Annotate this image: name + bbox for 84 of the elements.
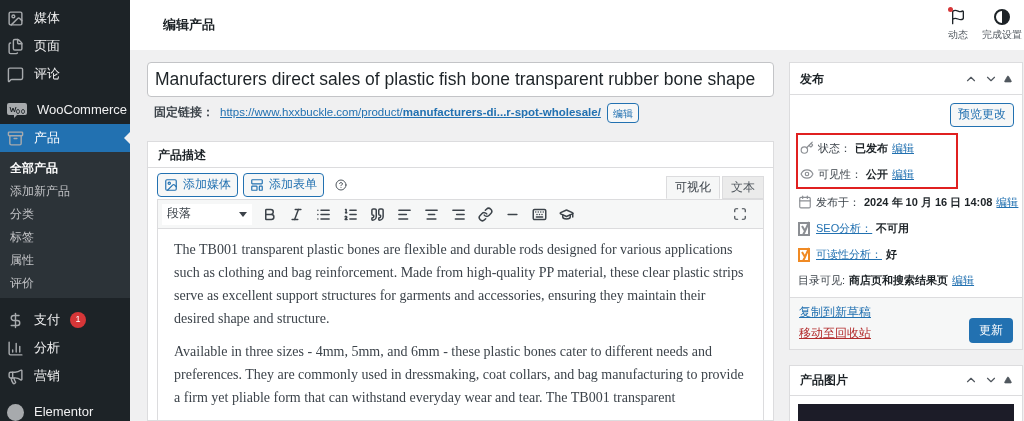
bullet-list-icon[interactable] (316, 206, 331, 222)
edit-button[interactable]: 编辑 (606, 103, 639, 123)
sidebar-item[interactable]: 支付 1 (0, 306, 130, 334)
trash-link[interactable]: 移动至回收站 (799, 325, 871, 343)
collapse-icon[interactable] (1004, 376, 1012, 384)
submenu-item[interactable]: 分类 (0, 202, 130, 225)
update-button[interactable]: 更新 (969, 317, 1013, 343)
field-label: 状态： (818, 140, 851, 156)
panel-heading: 产品图片 (800, 372, 848, 389)
edit-link[interactable]: 编辑 (996, 193, 1019, 211)
fullscreen-icon[interactable] (733, 207, 747, 221)
preview-button[interactable]: 预览更改 (950, 103, 1014, 127)
align-center-icon[interactable] (424, 206, 439, 222)
field-value: 2024 年 10 月 16 日 14:08 (864, 194, 993, 210)
panel-heading: 发布 (800, 70, 824, 88)
field-value: 好 (886, 246, 897, 262)
align-right-icon[interactable] (451, 206, 466, 222)
calendar-icon (798, 195, 812, 209)
help-icon[interactable] (335, 179, 347, 191)
copy-draft-link[interactable]: 复制到新草稿 (799, 304, 871, 322)
editor-tab[interactable]: 可视化 (666, 176, 720, 199)
edit-link[interactable]: 编辑 (892, 165, 914, 183)
key-icon (800, 141, 814, 155)
current-pointer (124, 132, 130, 144)
page-title: 编辑产品 (163, 16, 215, 35)
keyboard-icon[interactable] (532, 206, 547, 222)
description-paragraph: The TB001 transparent plastic bones are flexible and durable rods designed for various applications such as clothing and bag reinforcement. Made from high-quality PP material, these clear plastic strips serve as excellent support structures for garments and accessories, ensuring they maintain their desired shape and structure. (174, 241, 745, 328)
submenu-item[interactable]: 属性 (0, 248, 130, 271)
header-action[interactable]: 完成设置 (982, 8, 1022, 42)
field-value: 已发布 (855, 140, 888, 156)
woo-icon (7, 102, 27, 118)
sidebar-item[interactable]: WooCommerce (0, 96, 130, 124)
comment-icon (7, 65, 24, 83)
graduation-cap-icon[interactable] (559, 206, 574, 222)
analysis-link[interactable]: 可读性分析： (816, 245, 882, 263)
box-icon (7, 129, 24, 147)
edit-link[interactable]: 编辑 (892, 139, 914, 157)
permalink-link[interactable]: https://www.hxxbuckle.com/product/manufacturers-di...r-spot-wholesale/ (220, 104, 601, 122)
elementor-icon (7, 403, 24, 421)
link-icon[interactable] (478, 206, 493, 222)
submenu-item[interactable]: 全部产品 (0, 156, 130, 179)
media-button[interactable]: 添加媒体 (157, 173, 238, 197)
editor-tab[interactable]: 文本 (722, 176, 764, 199)
field-value: 公开 (866, 166, 888, 182)
sidebar-item[interactable]: 评论 (0, 60, 130, 88)
italic-icon[interactable] (289, 206, 304, 222)
form-icon (250, 178, 264, 192)
pages-icon (7, 37, 24, 55)
flag-icon (950, 8, 966, 25)
align-left-icon[interactable] (397, 206, 412, 222)
submenu-item[interactable]: 标签 (0, 225, 130, 248)
submenu-item[interactable]: 添加新产品 (0, 179, 130, 202)
sidebar-item[interactable]: Elementor (0, 398, 130, 421)
analysis-link[interactable]: SEO分析： (816, 219, 873, 237)
description-paragraph: Available in three sizes - 4mm, 5mm, and 6mm - these plastic bones cater to different needs and preferences. They are commonly used in dressmaking, coat collars, and bag manufacturing to provide a firm yet pliable form that can withstand everyday wear and tear. The TB001 transparent (174, 343, 745, 407)
count-badge: 1 (70, 312, 86, 328)
bold-icon[interactable] (262, 206, 277, 222)
field-label: 目录可见: (798, 272, 846, 288)
edit-link[interactable]: 编辑 (952, 271, 975, 289)
panel-heading: 产品描述 (148, 142, 773, 168)
bar-chart-icon (7, 339, 24, 357)
media-button[interactable]: 添加表单 (243, 173, 324, 197)
field-value: 不可用 (876, 220, 910, 236)
header-action[interactable]: 动态 (948, 8, 968, 42)
sidebar-item[interactable]: 媒体 (0, 4, 130, 32)
submenu-item[interactable]: 评价 (0, 271, 130, 294)
numbered-list-icon[interactable] (343, 206, 358, 222)
field-label: 可见性： (818, 166, 862, 182)
field-label: 发布于： (816, 194, 860, 210)
media-icon (164, 178, 178, 192)
dropdown-arrow-icon (239, 211, 247, 217)
megaphone-icon (7, 367, 24, 385)
sidebar-item[interactable]: 营销 (0, 362, 130, 390)
media-icon (7, 9, 24, 27)
sidebar-item[interactable]: 产品 (0, 124, 130, 152)
eye-icon (800, 167, 814, 181)
field-value: 商店页和搜索结果页 (849, 272, 949, 288)
permalink-label: 固定链接： (154, 104, 214, 121)
quote-icon[interactable] (370, 206, 385, 222)
sidebar-item[interactable]: 页面 (0, 32, 130, 60)
collapse-icon[interactable] (1004, 74, 1012, 83)
title-field[interactable]: Manufacturers direct sales of plastic fish bone transparent rubber bone shape (147, 62, 774, 97)
format-select[interactable]: 段落 (162, 203, 252, 225)
sidebar-item[interactable]: 分析 (0, 334, 130, 362)
